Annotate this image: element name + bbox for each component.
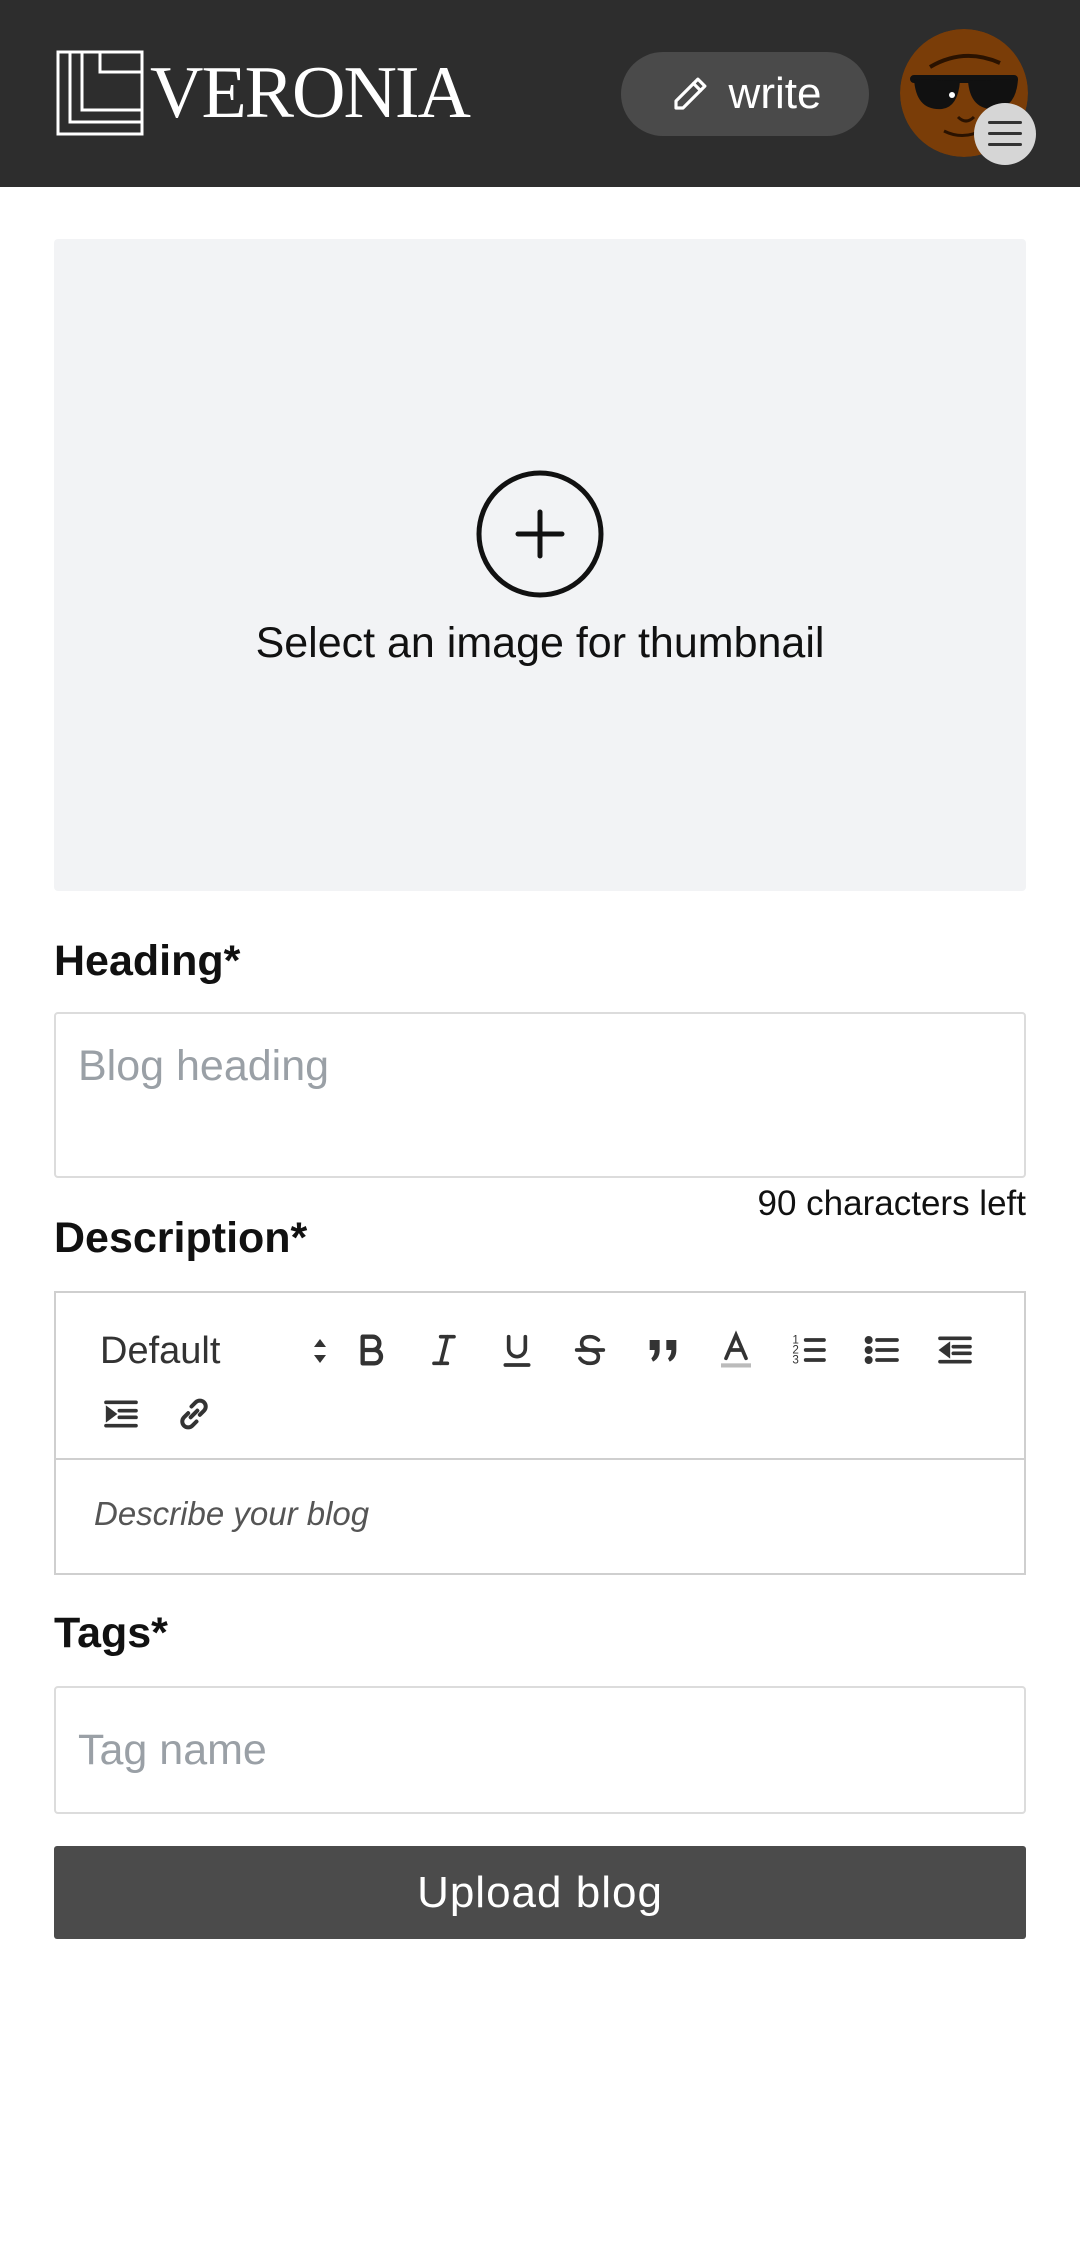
heading-character-counter: 90 characters left (757, 1184, 1026, 1223)
description-editor: Default 123 Describe your blog (54, 1291, 1026, 1575)
bold-icon (360, 1334, 384, 1366)
bullet-list-icon (864, 1335, 899, 1365)
format-select[interactable]: Default (100, 1323, 330, 1379)
menu-button[interactable] (974, 103, 1036, 165)
logo-text: VERONIA (150, 52, 471, 134)
strikethrough-icon (574, 1334, 606, 1366)
indent-icon (104, 1400, 138, 1428)
thumbnail-label: Select an image for thumbnail (255, 619, 825, 667)
pencil-icon (673, 77, 706, 110)
write-label: write (728, 69, 822, 118)
format-select-value: Default (100, 1329, 221, 1372)
description-label: Description* (54, 1214, 308, 1262)
heading-placeholder: Blog heading (78, 1042, 330, 1090)
write-button[interactable]: write (621, 52, 869, 136)
indent-button[interactable] (96, 1389, 146, 1439)
strikethrough-button[interactable] (565, 1325, 615, 1375)
italic-icon (432, 1334, 456, 1366)
logo[interactable]: VERONIA (56, 50, 471, 136)
tags-label: Tags* (54, 1609, 168, 1657)
link-icon (180, 1398, 208, 1430)
top-bar: VERONIA write (0, 0, 1080, 187)
heading-label: Heading* (54, 937, 241, 985)
outdent-button[interactable] (930, 1325, 980, 1375)
thumbnail-upload-area[interactable]: Select an image for thumbnail (54, 239, 1026, 891)
ordered-list-icon: 123 (792, 1333, 826, 1366)
quote-icon (649, 1340, 677, 1362)
tags-placeholder: Tag name (78, 1726, 267, 1774)
logo-mark-icon (56, 50, 144, 136)
italic-button[interactable] (419, 1325, 469, 1375)
bold-button[interactable] (346, 1325, 396, 1375)
bullet-list-button[interactable] (857, 1325, 907, 1375)
underline-icon (503, 1334, 531, 1367)
underline-button[interactable] (492, 1325, 542, 1375)
svg-text:3: 3 (792, 1353, 798, 1366)
text-color-icon (721, 1330, 751, 1368)
text-color-button[interactable] (711, 1325, 761, 1375)
link-button[interactable] (169, 1389, 219, 1439)
tags-input[interactable]: Tag name (54, 1686, 1026, 1814)
editor-toolbar: Default 123 (56, 1293, 1024, 1460)
quote-button[interactable] (638, 1325, 688, 1375)
upload-blog-button[interactable]: Upload blog (54, 1846, 1026, 1939)
hamburger-icon (988, 121, 1022, 146)
plus-circle-icon (476, 470, 604, 598)
ordered-list-button[interactable]: 123 (784, 1325, 834, 1375)
description-editor-body[interactable]: Describe your blog (56, 1460, 1024, 1573)
description-placeholder: Describe your blog (94, 1495, 370, 1532)
heading-input[interactable]: Blog heading (54, 1012, 1026, 1178)
select-arrows-icon (314, 1339, 326, 1363)
outdent-icon (938, 1336, 972, 1364)
